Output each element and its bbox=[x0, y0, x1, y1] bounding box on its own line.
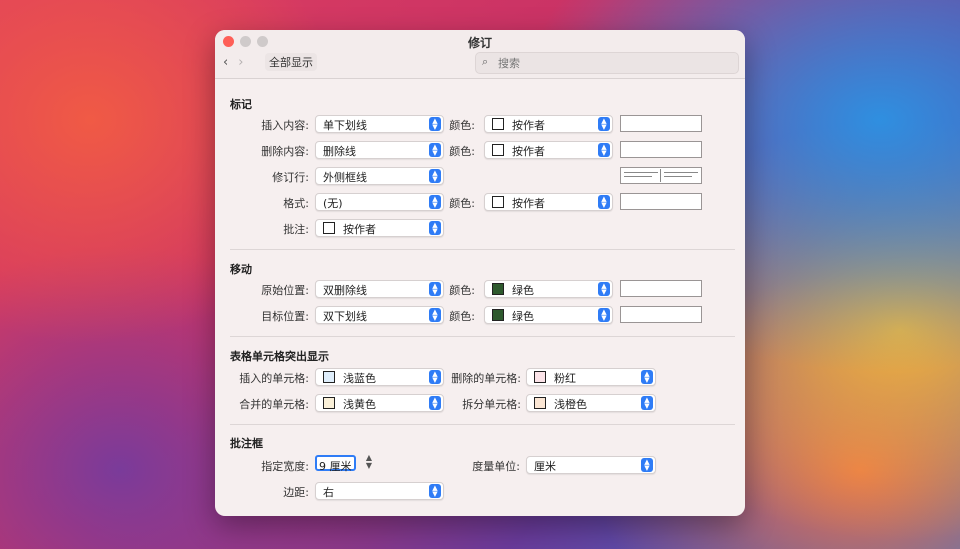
color-swatch bbox=[323, 397, 335, 409]
revision-line-value: 外侧框线 bbox=[323, 171, 367, 184]
comment-value: 按作者 bbox=[343, 223, 376, 236]
delete-color-value: 按作者 bbox=[512, 145, 545, 158]
chevron-updown-icon: ▲ ▼ bbox=[641, 396, 653, 410]
format-value: (无) bbox=[323, 197, 343, 210]
delete-label: 删除内容: bbox=[261, 145, 309, 158]
search-input[interactable] bbox=[496, 54, 730, 73]
move-to-preview bbox=[620, 306, 702, 323]
deleted-cells-label: 删除的单元格: bbox=[451, 372, 521, 385]
inserted-cells-popup[interactable]: 浅蓝色 ▲ ▼ bbox=[315, 368, 444, 386]
move-from-color-value: 绿色 bbox=[512, 284, 534, 297]
color-swatch bbox=[534, 397, 546, 409]
chevron-updown-icon: ▲ ▼ bbox=[598, 195, 610, 209]
back-button[interactable]: ‹ bbox=[223, 55, 228, 70]
revision-line-preview bbox=[620, 167, 702, 184]
split-cells-popup[interactable]: 浅橙色 ▲ ▼ bbox=[526, 394, 656, 412]
deleted-cells-value: 粉红 bbox=[554, 372, 576, 385]
chevron-updown-icon: ▲ ▼ bbox=[598, 282, 610, 296]
delete-color-label: 颜色: bbox=[449, 145, 475, 158]
divider bbox=[230, 249, 735, 250]
inserted-cells-value: 浅蓝色 bbox=[343, 372, 376, 385]
width-label: 指定宽度: bbox=[261, 460, 309, 473]
delete-preview bbox=[620, 141, 702, 158]
delete-color-popup[interactable]: 按作者 ▲ ▼ bbox=[484, 141, 613, 159]
move-from-label: 原始位置: bbox=[261, 284, 309, 297]
margin-label: 边距: bbox=[283, 486, 309, 499]
margin-popup[interactable]: 右 ▲ ▼ bbox=[315, 482, 444, 500]
chevron-updown-icon: ▲ ▼ bbox=[429, 221, 441, 235]
move-from-value: 双删除线 bbox=[323, 284, 367, 297]
preferences-window: 修订 ‹ › 全部显示 ⌕ 标记 插入内容: 单下划线 ▲▼ 颜色: 按作者 ▲… bbox=[215, 30, 745, 516]
move-from-color-label: 颜色: bbox=[449, 284, 475, 297]
insert-color-value: 按作者 bbox=[512, 119, 545, 132]
deleted-cells-popup[interactable]: 粉红 ▲ ▼ bbox=[526, 368, 656, 386]
markup-section-header: 标记 bbox=[230, 98, 252, 111]
move-section-header: 移动 bbox=[230, 263, 252, 276]
chevron-updown-icon: ▲ ▼ bbox=[598, 143, 610, 157]
color-swatch bbox=[492, 283, 504, 295]
chevron-updown-icon: ▲ ▼ bbox=[641, 458, 653, 472]
comment-label: 批注: bbox=[283, 223, 309, 236]
move-to-color-value: 绿色 bbox=[512, 310, 534, 323]
move-to-color-label: 颜色: bbox=[449, 310, 475, 323]
show-all-button[interactable]: 全部显示 bbox=[265, 53, 317, 71]
chevron-updown-icon: ▲ ▼ bbox=[641, 370, 653, 384]
divider bbox=[230, 424, 735, 425]
revision-line-label: 修订行: bbox=[272, 171, 309, 184]
color-swatch bbox=[492, 118, 504, 130]
forward-button[interactable]: › bbox=[238, 55, 243, 70]
move-to-color-popup[interactable]: 绿色 ▲ ▼ bbox=[484, 306, 613, 324]
unit-popup[interactable]: 厘米 ▲ ▼ bbox=[526, 456, 656, 474]
comment-popup[interactable]: 按作者 ▲ ▼ bbox=[315, 219, 444, 237]
unit-label: 度量单位: bbox=[472, 460, 520, 473]
format-color-popup[interactable]: 按作者 ▲ ▼ bbox=[484, 193, 613, 211]
width-stepper[interactable]: ▲ ▼ bbox=[364, 454, 374, 472]
divider bbox=[230, 336, 735, 337]
color-swatch bbox=[323, 371, 335, 383]
format-preview bbox=[620, 193, 702, 210]
color-swatch bbox=[492, 309, 504, 321]
title-bar: 修订 ‹ › 全部显示 ⌕ bbox=[215, 30, 745, 79]
chevron-updown-icon: ▲ ▼ bbox=[598, 308, 610, 322]
format-color-label: 颜色: bbox=[449, 197, 475, 210]
search-box[interactable]: ⌕ bbox=[475, 52, 739, 74]
format-color-value: 按作者 bbox=[512, 197, 545, 210]
move-from-color-popup[interactable]: 绿色 ▲ ▼ bbox=[484, 280, 613, 298]
insert-color-label: 颜色: bbox=[449, 119, 475, 132]
chevron-updown-icon: ▲ ▼ bbox=[598, 117, 610, 131]
split-cells-value: 浅橙色 bbox=[554, 398, 587, 411]
search-icon: ⌕ bbox=[482, 55, 489, 68]
chevron-updown-icon: ▲ ▼ bbox=[429, 484, 441, 498]
merged-cells-popup[interactable]: 浅黄色 ▲ ▼ bbox=[315, 394, 444, 412]
chevron-updown-icon: ▲ ▼ bbox=[429, 169, 441, 183]
balloons-section-header: 批注框 bbox=[230, 437, 263, 450]
color-swatch bbox=[534, 371, 546, 383]
revision-line-popup[interactable]: 外侧框线 ▲ ▼ bbox=[315, 167, 444, 185]
insert-value: 单下划线 bbox=[323, 119, 367, 132]
margin-value: 右 bbox=[323, 486, 334, 499]
insert-label: 插入内容: bbox=[261, 119, 309, 132]
window-title: 修订 bbox=[467, 36, 492, 50]
table-cells-section-header: 表格单元格突出显示 bbox=[230, 350, 329, 363]
width-input[interactable]: 9 厘米 bbox=[315, 455, 356, 473]
delete-value: 删除线 bbox=[323, 145, 356, 158]
nav-buttons: ‹ › bbox=[223, 55, 243, 70]
color-swatch bbox=[323, 222, 335, 234]
color-swatch bbox=[492, 196, 504, 208]
insert-color-popup[interactable]: 按作者 ▲ ▼ bbox=[484, 115, 613, 133]
split-cells-label: 拆分单元格: bbox=[462, 398, 521, 411]
move-from-preview bbox=[620, 280, 702, 297]
merged-cells-value: 浅黄色 bbox=[343, 398, 376, 411]
unit-value: 厘米 bbox=[534, 460, 556, 473]
merged-cells-label: 合并的单元格: bbox=[239, 398, 309, 411]
move-to-label: 目标位置: bbox=[261, 310, 309, 323]
insert-preview bbox=[620, 115, 702, 132]
color-swatch bbox=[492, 144, 504, 156]
move-to-value: 双下划线 bbox=[323, 310, 367, 323]
format-label: 格式: bbox=[283, 197, 309, 210]
inserted-cells-label: 插入的单元格: bbox=[239, 372, 309, 385]
